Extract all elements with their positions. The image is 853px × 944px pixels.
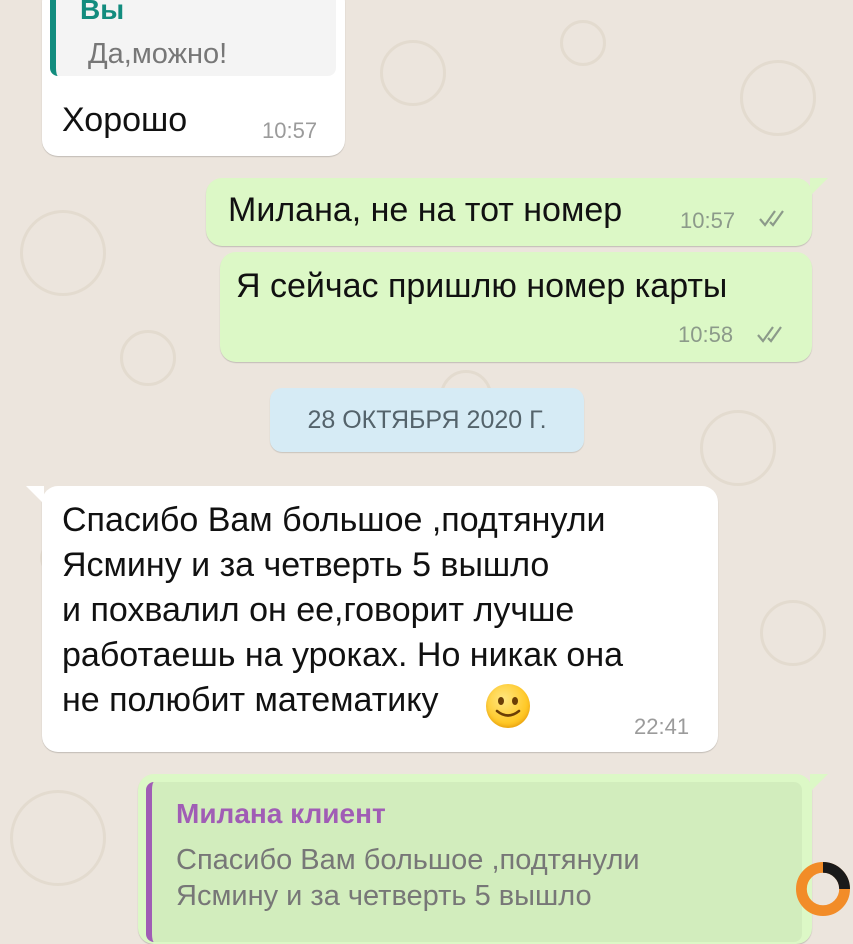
- slightly-smiling-face-icon: [486, 684, 530, 728]
- quote-author: Вы: [80, 0, 125, 25]
- quote-author: Милана клиент: [176, 798, 386, 829]
- message-time: 10:57: [262, 118, 318, 143]
- double-check-read-icon: [757, 326, 782, 343]
- message-text: Милана, не на тот номер: [228, 191, 623, 229]
- message-bubble-outgoing[interactable]: Милана клиент Спасибо Вам большое ,подтя…: [138, 774, 828, 944]
- message-text: Хорошо: [62, 101, 188, 139]
- reply-quote[interactable]: Милана клиент Спасибо Вам большое ,подтя…: [146, 782, 802, 942]
- message-bubble-incoming[interactable]: Спасибо Вам большое ,подтянули Ясмину и …: [26, 486, 718, 752]
- date-separator: 28 ОКТЯБРЯ 2020 Г.: [270, 388, 584, 452]
- message-bubble-incoming[interactable]: Вы Да,можно! Хорошо 10:57: [42, 0, 345, 156]
- brand-logo-icon: [796, 862, 850, 916]
- message-text: Спасибо Вам большое ,подтянули Ясмину и …: [62, 501, 624, 719]
- message-text: Я сейчас пришлю номер карты: [236, 267, 728, 305]
- message-time: 10:58: [678, 322, 734, 347]
- reply-quote[interactable]: Вы Да,можно!: [50, 0, 336, 76]
- quote-text: Спасибо Вам большое ,подтянули Ясмину и …: [176, 844, 640, 912]
- message-time: 10:57: [680, 208, 736, 233]
- quote-text: Да,можно!: [88, 38, 228, 70]
- message-bubble-outgoing[interactable]: Я сейчас пришлю номер карты 10:58: [220, 252, 812, 362]
- message-bubble-outgoing[interactable]: Милана, не на тот номер 10:57: [206, 178, 828, 246]
- double-check-read-icon: [759, 210, 784, 227]
- message-time: 22:41: [634, 714, 690, 739]
